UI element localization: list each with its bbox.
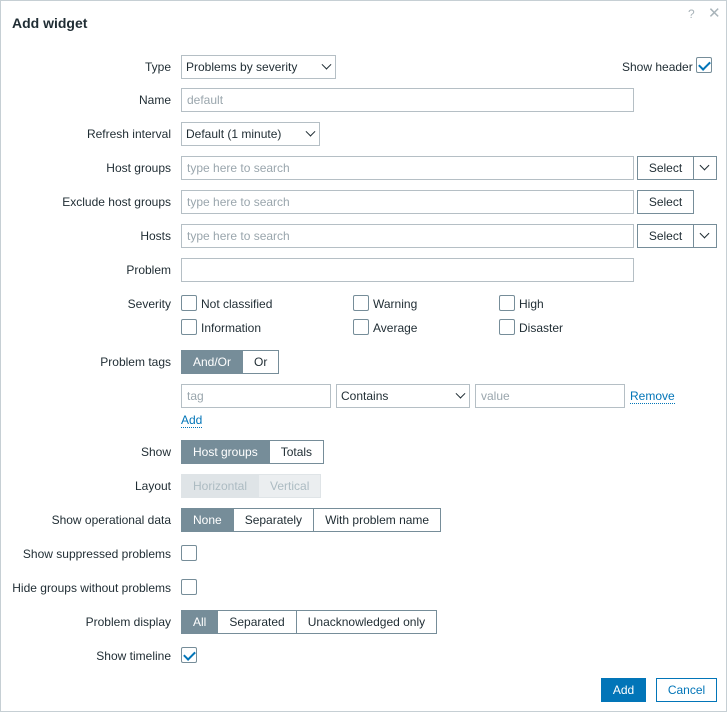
add-widget-dialog: Add widget ? ✕ Type Problems by severity… [0,0,727,712]
refresh-interval-value: Default (1 minute) [186,127,282,141]
severity-average-checkbox[interactable] [353,319,369,335]
dialog-title: Add widget [12,15,88,31]
add-button[interactable]: Add [601,678,646,702]
severity-high-label: High [519,297,544,311]
opdata-with-problem-name-option[interactable]: With problem name [314,508,442,532]
layout-horizontal-option: Horizontal [181,474,260,498]
problem-tags-evaltype: And/Or Or [181,350,280,374]
hosts-input[interactable]: type here to search [181,224,634,248]
host-groups-label: Host groups [106,161,171,175]
close-icon[interactable]: ✕ [708,6,721,21]
type-select[interactable]: Problems by severity [181,55,336,79]
problem-tags-label: Problem tags [100,355,171,369]
show-header-checkbox[interactable] [696,57,712,73]
problem-display-toggle: All Separated Unacknowledged only [181,610,438,634]
problem-input[interactable] [181,258,634,282]
show-label: Show [140,445,171,459]
name-label: Name [138,93,171,107]
host-groups-select-button[interactable]: Select [637,156,694,180]
tag-operator-value: Contains [341,389,389,403]
hosts-select-button[interactable]: Select [637,224,694,248]
tag-name-input[interactable]: tag [181,384,331,408]
type-label: Type [144,60,171,74]
show-host-groups-option[interactable]: Host groups [181,440,270,464]
show-totals-option[interactable]: Totals [269,440,325,464]
host-groups-dropdown-button[interactable] [693,156,717,180]
show-timeline-checkbox[interactable] [181,647,197,663]
display-unacknowledged-option[interactable]: Unacknowledged only [296,610,438,634]
opdata-none-option[interactable]: None [181,508,234,532]
tag-remove-link[interactable]: Remove [630,390,675,404]
layout-toggle: Horizontal Vertical [181,474,322,498]
severity-disaster-checkbox[interactable] [499,319,515,335]
name-input[interactable]: default [181,88,634,112]
severity-high-checkbox[interactable] [499,295,515,311]
problem-display-label: Problem display [85,615,171,629]
exclude-host-groups-input[interactable]: type here to search [181,190,634,214]
tag-value-input[interactable]: value [475,384,625,408]
show-operational-data-toggle: None Separately With problem name [181,508,442,532]
show-header-label: Show header [622,60,693,74]
display-separated-option[interactable]: Separated [218,610,297,634]
problem-label: Problem [126,263,171,277]
exclude-host-groups-label: Exclude host groups [62,195,171,209]
tags-and-or-option[interactable]: And/Or [181,350,244,374]
severity-not-classified-checkbox[interactable] [181,295,197,311]
severity-label: Severity [127,297,171,311]
layout-label: Layout [134,479,171,493]
hide-groups-label: Hide groups without problems [12,581,171,595]
refresh-interval-label: Refresh interval [86,127,171,141]
chevron-down-icon [699,228,710,239]
hide-groups-checkbox[interactable] [181,579,197,595]
severity-average-label: Average [373,321,418,335]
show-suppressed-checkbox[interactable] [181,545,197,561]
hosts-label: Hosts [140,229,171,243]
opdata-separately-option[interactable]: Separately [233,508,315,532]
host-groups-input[interactable]: type here to search [181,156,634,180]
help-icon[interactable]: ? [688,7,695,21]
type-select-value: Problems by severity [186,60,298,74]
hosts-dropdown-button[interactable] [693,224,717,248]
severity-warning-checkbox[interactable] [353,295,369,311]
chevron-down-icon [305,126,316,137]
refresh-interval-select[interactable]: Default (1 minute) [181,122,320,146]
display-all-option[interactable]: All [181,610,219,634]
chevron-down-icon [321,59,332,70]
severity-warning-label: Warning [373,297,418,311]
chevron-down-icon [455,388,466,399]
severity-information-checkbox[interactable] [181,319,197,335]
severity-disaster-label: Disaster [519,321,564,335]
show-operational-data-label: Show operational data [51,513,171,527]
cancel-button[interactable]: Cancel [656,678,717,702]
tag-add-link[interactable]: Add [181,414,203,428]
layout-vertical-option: Vertical [259,474,322,498]
show-toggle: Host groups Totals [181,440,325,464]
tag-operator-select[interactable]: Contains [336,384,470,408]
severity-not-classified-label: Not classified [201,297,273,311]
severity-information-label: Information [201,321,262,335]
tags-or-option[interactable]: Or [243,350,280,374]
exclude-host-groups-select-button[interactable]: Select [637,190,694,214]
chevron-down-icon [699,160,710,171]
show-suppressed-label: Show suppressed problems [22,547,171,561]
show-timeline-label: Show timeline [96,649,171,663]
